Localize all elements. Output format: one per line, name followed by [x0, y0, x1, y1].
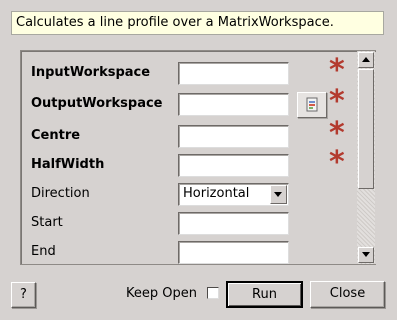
- end-field[interactable]: [178, 241, 289, 264]
- centre-field[interactable]: [178, 125, 289, 148]
- properties-scrollbar[interactable]: [357, 51, 375, 264]
- asterisk-icon: *: [329, 84, 345, 119]
- algorithm-dialog: Calculates a line profile over a MatrixW…: [0, 0, 397, 320]
- property-label-halfwidth: HalfWidth: [31, 157, 105, 172]
- property-label-end: End: [31, 244, 56, 259]
- keep-open-label: Keep Open: [126, 286, 197, 301]
- property-label-centre: Centre: [31, 128, 81, 143]
- chevron-down-icon[interactable]: [270, 185, 287, 204]
- property-label-direction: Direction: [31, 186, 90, 201]
- scroll-up-arrow-icon[interactable]: [358, 52, 374, 68]
- property-row-centre: Centre *: [21, 119, 361, 149]
- algorithm-description: Calculates a line profile over a MatrixW…: [11, 11, 384, 35]
- property-row-direction: Direction Horizontal: [21, 183, 361, 207]
- property-row-start: Start: [21, 212, 361, 236]
- property-row-outputworkspace: OutputWorkspace *: [21, 87, 361, 118]
- outputworkspace-field[interactable]: [178, 93, 289, 116]
- close-button[interactable]: Close: [310, 281, 385, 308]
- property-row-end: End: [21, 241, 361, 264]
- scroll-down-arrow-icon[interactable]: [358, 247, 374, 263]
- property-label-start: Start: [31, 215, 63, 230]
- run-button[interactable]: Run: [226, 281, 303, 308]
- workspace-browse-icon: [306, 97, 318, 112]
- asterisk-icon: *: [329, 53, 345, 88]
- keep-open-checkbox[interactable]: [207, 287, 219, 299]
- asterisk-icon: *: [329, 145, 345, 180]
- workspace-browse-button[interactable]: [297, 92, 327, 118]
- property-label-outputworkspace: OutputWorkspace: [31, 96, 163, 111]
- property-row-halfwidth: HalfWidth *: [21, 148, 361, 178]
- properties-panel: InputWorkspace * OutputWorkspace * Centr…: [20, 50, 376, 265]
- property-row-inputworkspace: InputWorkspace *: [21, 56, 361, 86]
- halfwidth-field[interactable]: [178, 154, 289, 177]
- inputworkspace-field[interactable]: [178, 62, 289, 85]
- property-label-inputworkspace: InputWorkspace: [31, 65, 151, 80]
- direction-select[interactable]: Horizontal: [178, 183, 289, 206]
- start-field[interactable]: [178, 212, 289, 235]
- direction-selected-value: Horizontal: [183, 186, 250, 201]
- help-button[interactable]: ?: [11, 282, 36, 308]
- scrollbar-thumb[interactable]: [358, 69, 374, 189]
